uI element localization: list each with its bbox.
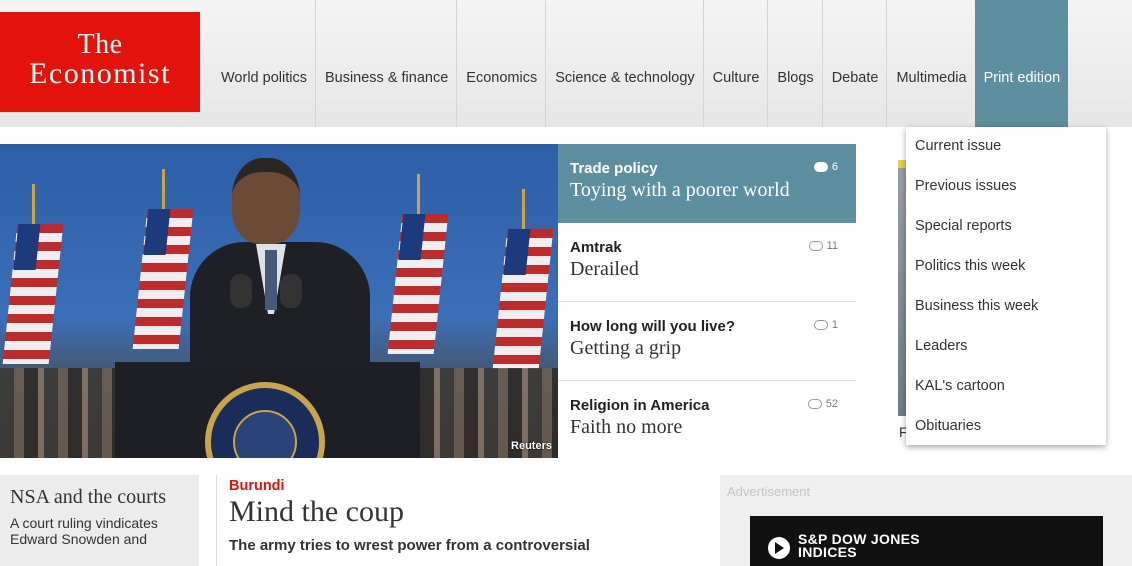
menu-item-previous-issues[interactable]: Previous issues [906, 175, 1106, 215]
photo-credit: Reuters [511, 440, 552, 452]
flag-image [2, 184, 64, 364]
main-story-standfirst: The army tries to wrest power from a con… [229, 537, 590, 554]
ad-brand-line2: INDICES [798, 544, 857, 560]
menu-item-business-this-week[interactable]: Business this week [906, 295, 1106, 335]
story-item[interactable]: Trade policy Toying with a poorer world … [558, 144, 856, 223]
column-divider [216, 475, 217, 566]
site-header: The Economist World politics Business & … [0, 0, 1132, 127]
comment-bubble-icon [807, 399, 822, 409]
menu-item-politics-this-week[interactable]: Politics this week [906, 255, 1106, 295]
advertisement-panel: Advertisement S&P DOW JONES INDICES [720, 475, 1132, 566]
print-edition-dropdown: Current issue Previous issues Special re… [906, 127, 1106, 445]
story-headline: Faith no more [570, 416, 683, 438]
comment-bubble-icon [808, 241, 823, 251]
menu-item-special-reports[interactable]: Special reports [906, 215, 1106, 255]
story-item[interactable]: Religion in America Faith no more 52 [558, 381, 856, 460]
story-headline: Toying with a poorer world [570, 179, 790, 201]
main-navigation: World politics Business & finance Econom… [212, 0, 1069, 127]
story-headline: Getting a grip [570, 337, 682, 359]
nav-print-edition[interactable]: Print edition [974, 0, 1069, 127]
story-kicker: Trade policy [570, 160, 658, 177]
story-headline: Derailed [570, 258, 639, 280]
logo-line2: Economist [29, 57, 171, 90]
comment-count-value: 11 [826, 240, 838, 252]
nav-business-finance[interactable]: Business & finance [314, 0, 456, 127]
story-kicker: Amtrak [570, 239, 622, 256]
advertisement-label: Advertisement [727, 484, 811, 499]
economist-homepage: The Economist World politics Business & … [0, 0, 1132, 566]
hero-image[interactable]: Reuters [0, 144, 558, 458]
nav-debate[interactable]: Debate [821, 0, 887, 127]
nav-blogs[interactable]: Blogs [767, 0, 821, 127]
comment-count[interactable]: 1 [813, 319, 838, 331]
menu-item-leaders[interactable]: Leaders [906, 335, 1106, 375]
menu-item-current-issue[interactable]: Current issue [906, 135, 1106, 175]
main-story-kicker: Burundi [229, 478, 285, 494]
comment-count-value: 6 [831, 161, 838, 173]
side-feature-accent [898, 160, 906, 168]
comment-bubble-icon [813, 162, 828, 172]
teaser-title: NSA and the courts [10, 486, 167, 508]
nav-science-technology[interactable]: Science & technology [545, 0, 702, 127]
nsa-teaser[interactable]: NSA and the courts A court ruling vindic… [0, 475, 199, 566]
flag-image [492, 189, 554, 369]
ad-banner[interactable]: S&P DOW JONES INDICES [750, 516, 1103, 566]
menu-item-kals-cartoon[interactable]: KAL's cartoon [906, 375, 1106, 415]
ad-brand: S&P DOW JONES INDICES [798, 532, 920, 560]
nav-multimedia[interactable]: Multimedia [886, 0, 974, 127]
story-kicker: How long will you live? [570, 318, 736, 335]
logo-line1: The [77, 29, 123, 60]
nav-economics[interactable]: Economics [456, 0, 545, 127]
flag-image [132, 169, 194, 349]
story-item[interactable]: Amtrak Derailed 11 [558, 223, 856, 302]
story-item[interactable]: How long will you live? Getting a grip 1 [558, 302, 856, 381]
main-story[interactable]: Burundi Mind the coup The army tries to … [229, 478, 699, 555]
comment-count[interactable]: 11 [808, 240, 838, 252]
comment-bubble-icon [813, 320, 828, 330]
play-logo-icon [768, 537, 790, 559]
comment-count[interactable]: 6 [813, 161, 838, 173]
main-story-headline[interactable]: Mind the coup [229, 495, 699, 529]
story-kicker: Religion in America [570, 397, 710, 414]
teaser-description: A court ruling vindicates Edward Snowden… [10, 515, 158, 547]
nav-world-politics[interactable]: World politics [212, 0, 315, 127]
story-list: Trade policy Toying with a poorer world … [558, 144, 856, 460]
nav-culture[interactable]: Culture [702, 0, 768, 127]
economist-logo[interactable]: The Economist [0, 12, 200, 112]
comment-count-value: 52 [825, 398, 838, 410]
menu-item-obituaries[interactable]: Obituaries [906, 415, 1106, 455]
comment-count-value: 1 [831, 319, 838, 331]
comment-count[interactable]: 52 [807, 398, 838, 410]
